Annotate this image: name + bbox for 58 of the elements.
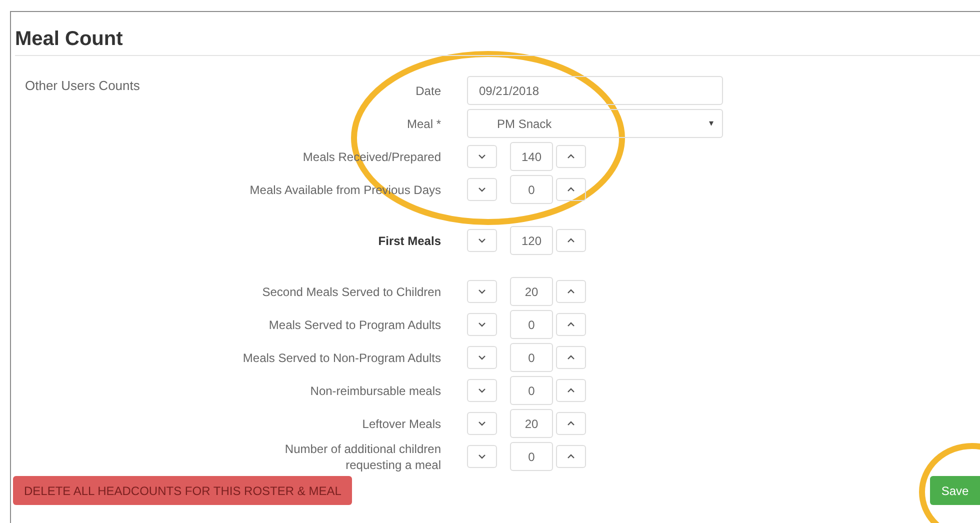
decrement-button[interactable] bbox=[467, 280, 497, 303]
chevron-down-icon bbox=[478, 154, 486, 159]
chevron-down-icon bbox=[478, 388, 486, 393]
count-field[interactable]: 20 bbox=[510, 277, 553, 306]
decrement-button[interactable] bbox=[467, 445, 497, 468]
field-label: Leftover Meals bbox=[362, 416, 441, 432]
field-label: Meals Served to Program Adults bbox=[268, 316, 441, 332]
chevron-up-icon bbox=[567, 454, 575, 459]
field-label: Non-reimbursable meals bbox=[310, 382, 441, 398]
chevron-down-icon bbox=[478, 289, 486, 294]
decrement-button[interactable] bbox=[467, 145, 497, 168]
chevron-down-icon bbox=[478, 421, 486, 426]
chevron-up-icon bbox=[567, 154, 575, 159]
chevron-up-icon bbox=[567, 322, 575, 327]
date-field[interactable]: 09/21/2018 bbox=[467, 76, 723, 105]
chevron-up-icon bbox=[567, 355, 575, 360]
chevron-down-icon bbox=[478, 454, 486, 459]
section-label: Other Users Counts bbox=[25, 78, 140, 93]
field-label: Date bbox=[416, 82, 441, 98]
page-title: Meal Count bbox=[15, 27, 123, 52]
field-label: Second Meals Served to Children bbox=[262, 284, 441, 300]
increment-button[interactable] bbox=[556, 280, 586, 303]
increment-button[interactable] bbox=[556, 445, 586, 468]
count-field[interactable]: 0 bbox=[510, 175, 553, 204]
count-field[interactable]: 0 bbox=[510, 343, 553, 372]
increment-button[interactable] bbox=[556, 313, 586, 336]
count-field[interactable]: 0 bbox=[510, 442, 553, 471]
increment-button[interactable] bbox=[556, 346, 586, 369]
increment-button[interactable] bbox=[556, 229, 586, 252]
increment-button[interactable] bbox=[556, 178, 586, 201]
increment-button[interactable] bbox=[556, 412, 586, 435]
decrement-button[interactable] bbox=[467, 229, 497, 252]
decrement-button[interactable] bbox=[467, 346, 497, 369]
field-label: Meal * bbox=[406, 116, 441, 132]
chevron-down-icon bbox=[478, 322, 486, 327]
count-field[interactable]: 0 bbox=[510, 376, 553, 405]
decrement-button[interactable] bbox=[467, 178, 497, 201]
increment-button[interactable] bbox=[556, 145, 586, 168]
count-field[interactable]: 0 bbox=[510, 310, 553, 339]
increment-button[interactable] bbox=[556, 379, 586, 402]
decrement-button[interactable] bbox=[467, 313, 497, 336]
chevron-down-icon bbox=[478, 187, 486, 192]
count-field[interactable]: 20 bbox=[510, 409, 553, 438]
field-label: Meals Served to Non-Program Adults bbox=[242, 350, 441, 366]
meal-dropdown[interactable]: PM Snack ▾ bbox=[467, 109, 723, 138]
field-label: First Meals bbox=[378, 232, 441, 248]
decrement-button[interactable] bbox=[467, 379, 497, 402]
chevron-up-icon bbox=[567, 187, 575, 192]
count-field[interactable]: 120 bbox=[510, 226, 553, 255]
chevron-up-icon bbox=[567, 388, 575, 393]
chevron-down-icon bbox=[478, 238, 486, 243]
chevron-up-icon bbox=[567, 421, 575, 426]
chevron-up-icon bbox=[567, 289, 575, 294]
chevron-down-icon bbox=[478, 355, 486, 360]
chevron-up-icon bbox=[567, 238, 575, 243]
decrement-button[interactable] bbox=[467, 412, 497, 435]
count-field[interactable]: 140 bbox=[510, 142, 553, 171]
field-label: Number of additional children requesting a meal bbox=[284, 440, 441, 472]
